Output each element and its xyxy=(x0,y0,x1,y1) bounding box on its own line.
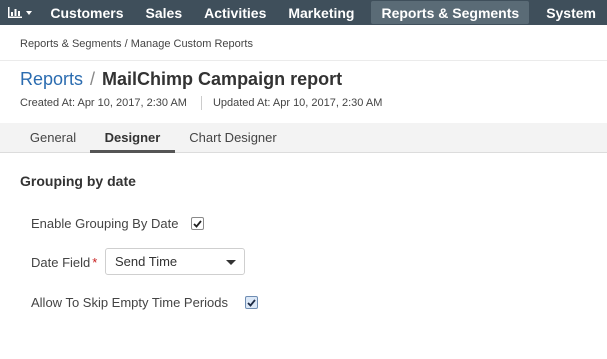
tab-designer[interactable]: Designer xyxy=(90,123,175,153)
nav-item-sales[interactable]: Sales xyxy=(135,0,194,25)
top-navigation: Customers Sales Activities Marketing Rep… xyxy=(0,0,607,25)
bar-chart-icon xyxy=(7,7,22,18)
tab-chart-designer[interactable]: Chart Designer xyxy=(180,123,286,152)
divider xyxy=(0,60,607,61)
section-title: Grouping by date xyxy=(20,173,136,189)
nav-item-system[interactable]: System xyxy=(535,0,607,25)
updated-at: Updated At: Apr 10, 2017, 2:30 AM xyxy=(212,97,383,109)
checkmark-icon xyxy=(247,298,256,307)
breadcrumb-root-link[interactable]: Reports & Segments xyxy=(20,38,122,50)
nav-item-marketing[interactable]: Marketing xyxy=(277,0,365,25)
date-field-label-text: Date Field xyxy=(31,255,91,270)
skip-empty-periods-label: Allow To Skip Empty Time Periods xyxy=(31,295,228,310)
enable-grouping-label: Enable Grouping By Date xyxy=(31,216,179,231)
breadcrumb-separator: / xyxy=(124,38,128,50)
breadcrumb-current-link[interactable]: Manage Custom Reports xyxy=(131,38,253,50)
nav-item-customers[interactable]: Customers xyxy=(39,0,134,25)
date-field-select[interactable]: Send Time xyxy=(105,248,245,275)
date-field-label: Date Field * xyxy=(31,255,97,270)
tab-general[interactable]: General xyxy=(20,123,86,152)
created-at: Created At: Apr 10, 2017, 2:30 AM xyxy=(20,97,187,109)
required-marker: * xyxy=(92,255,98,270)
chevron-down-icon xyxy=(226,260,236,265)
skip-empty-periods-checkbox[interactable] xyxy=(245,296,258,309)
report-metadata: Created At: Apr 10, 2017, 2:30 AM Update… xyxy=(20,96,382,110)
report-name: MailChimp Campaign report xyxy=(102,69,343,89)
reports-menu-button[interactable] xyxy=(0,0,39,25)
enable-grouping-checkbox[interactable] xyxy=(191,217,204,230)
title-separator: / xyxy=(90,69,96,89)
chevron-down-icon xyxy=(25,10,32,15)
reports-title-link[interactable]: Reports xyxy=(20,69,83,90)
breadcrumb: Reports & Segments / Manage Custom Repor… xyxy=(20,38,253,50)
page-title: Reports / MailChimp Campaign report xyxy=(20,69,342,90)
checkmark-icon xyxy=(193,219,202,228)
nav-item-activities[interactable]: Activities xyxy=(193,0,277,25)
tab-bar: General Designer Chart Designer xyxy=(0,123,607,153)
nav-item-reports-segments[interactable]: Reports & Segments xyxy=(371,1,530,24)
date-field-value: Send Time xyxy=(115,254,178,269)
meta-divider xyxy=(200,96,202,110)
